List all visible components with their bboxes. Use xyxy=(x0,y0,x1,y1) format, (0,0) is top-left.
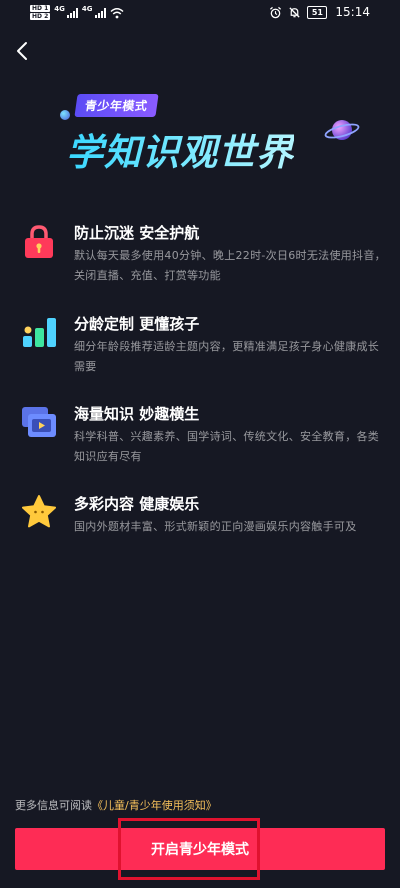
back-button[interactable] xyxy=(10,38,36,64)
network1-label: 4G xyxy=(54,5,65,13)
feature-description: 细分年龄段推荐适龄主题内容，更精准满足孩子身心健康成长需要 xyxy=(74,340,380,373)
start-teen-mode-button[interactable]: 开启青少年模式 xyxy=(15,828,385,870)
wifi-icon xyxy=(110,7,124,18)
feature-title: 防止沉迷 安全护航 xyxy=(74,224,200,242)
chevron-left-icon xyxy=(17,42,27,60)
feature-description: 科学科普、兴趣素养、国学诗词、传统文化、安全教育，各类知识应有尽有 xyxy=(74,430,380,463)
clock: 15:14 xyxy=(335,5,370,19)
hero-banner: 青少年模式 学知识观世界 xyxy=(0,90,400,180)
feature-description: 国内外题材丰富、形式新颖的正向漫画娱乐内容触手可及 xyxy=(74,520,357,533)
lock-icon xyxy=(25,225,53,258)
mute-icon xyxy=(289,6,301,18)
alarm-icon xyxy=(270,6,282,18)
feature-massive-knowledge: 海量知识 妙趣横生 科学科普、兴趣素养、国学诗词、传统文化、安全教育，各类知识应… xyxy=(20,403,385,463)
hero-title: 学知识观世界 xyxy=(66,122,294,176)
small-planet-icon xyxy=(60,110,70,120)
teen-mode-badge: 青少年模式 xyxy=(74,94,159,117)
signal-icon xyxy=(94,7,106,18)
notice-text: 更多信息可阅读《儿童/青少年使用须知》 xyxy=(15,797,217,813)
network2-label: 4G xyxy=(81,5,93,13)
feature-anti-addiction: 防止沉迷 安全护航 默认每天最多使用40分钟、晚上22时-次日6时无法使用抖音，… xyxy=(20,222,386,282)
status-bar: HD 1 HD 2 4G 4G 51 15:14 xyxy=(0,0,400,28)
status-bar-left: HD 1 HD 2 4G 4G xyxy=(30,5,124,20)
feature-title: 分龄定制 更懂孩子 xyxy=(74,315,200,333)
feature-title: 多彩内容 健康娱乐 xyxy=(74,495,200,513)
sim1-badge: HD 1 xyxy=(30,5,51,12)
video-folder-icon xyxy=(22,407,56,437)
feature-title: 海量知识 妙趣横生 xyxy=(74,405,200,423)
guidelines-link[interactable]: 《儿童/青少年使用须知》 xyxy=(92,799,217,812)
bar-chart-icon xyxy=(23,318,56,347)
feature-colorful-content: 多彩内容 健康娱乐 国内外题材丰富、形式新颖的正向漫画娱乐内容触手可及 xyxy=(20,493,385,543)
feature-description: 默认每天最多使用40分钟、晚上22时-次日6时无法使用抖音，关闭直播、充值、打赏… xyxy=(74,249,386,282)
sim2-badge: HD 2 xyxy=(30,13,51,20)
signal-icon xyxy=(66,7,78,18)
feature-age-customization: 分龄定制 更懂孩子 细分年龄段推荐适龄主题内容，更精准满足孩子身心健康成长需要 xyxy=(20,313,385,373)
star-icon xyxy=(22,495,56,528)
saturn-icon xyxy=(324,120,360,140)
teen-mode-page: HD 1 HD 2 4G 4G 51 15:14 青少年模式 学知识观世界 防止… xyxy=(0,0,400,888)
status-bar-right: 51 15:14 xyxy=(269,5,370,19)
notice-prefix: 更多信息可阅读 xyxy=(15,799,92,812)
sim-badges: HD 1 HD 2 xyxy=(30,5,51,20)
battery-icon: 51 xyxy=(307,5,328,19)
